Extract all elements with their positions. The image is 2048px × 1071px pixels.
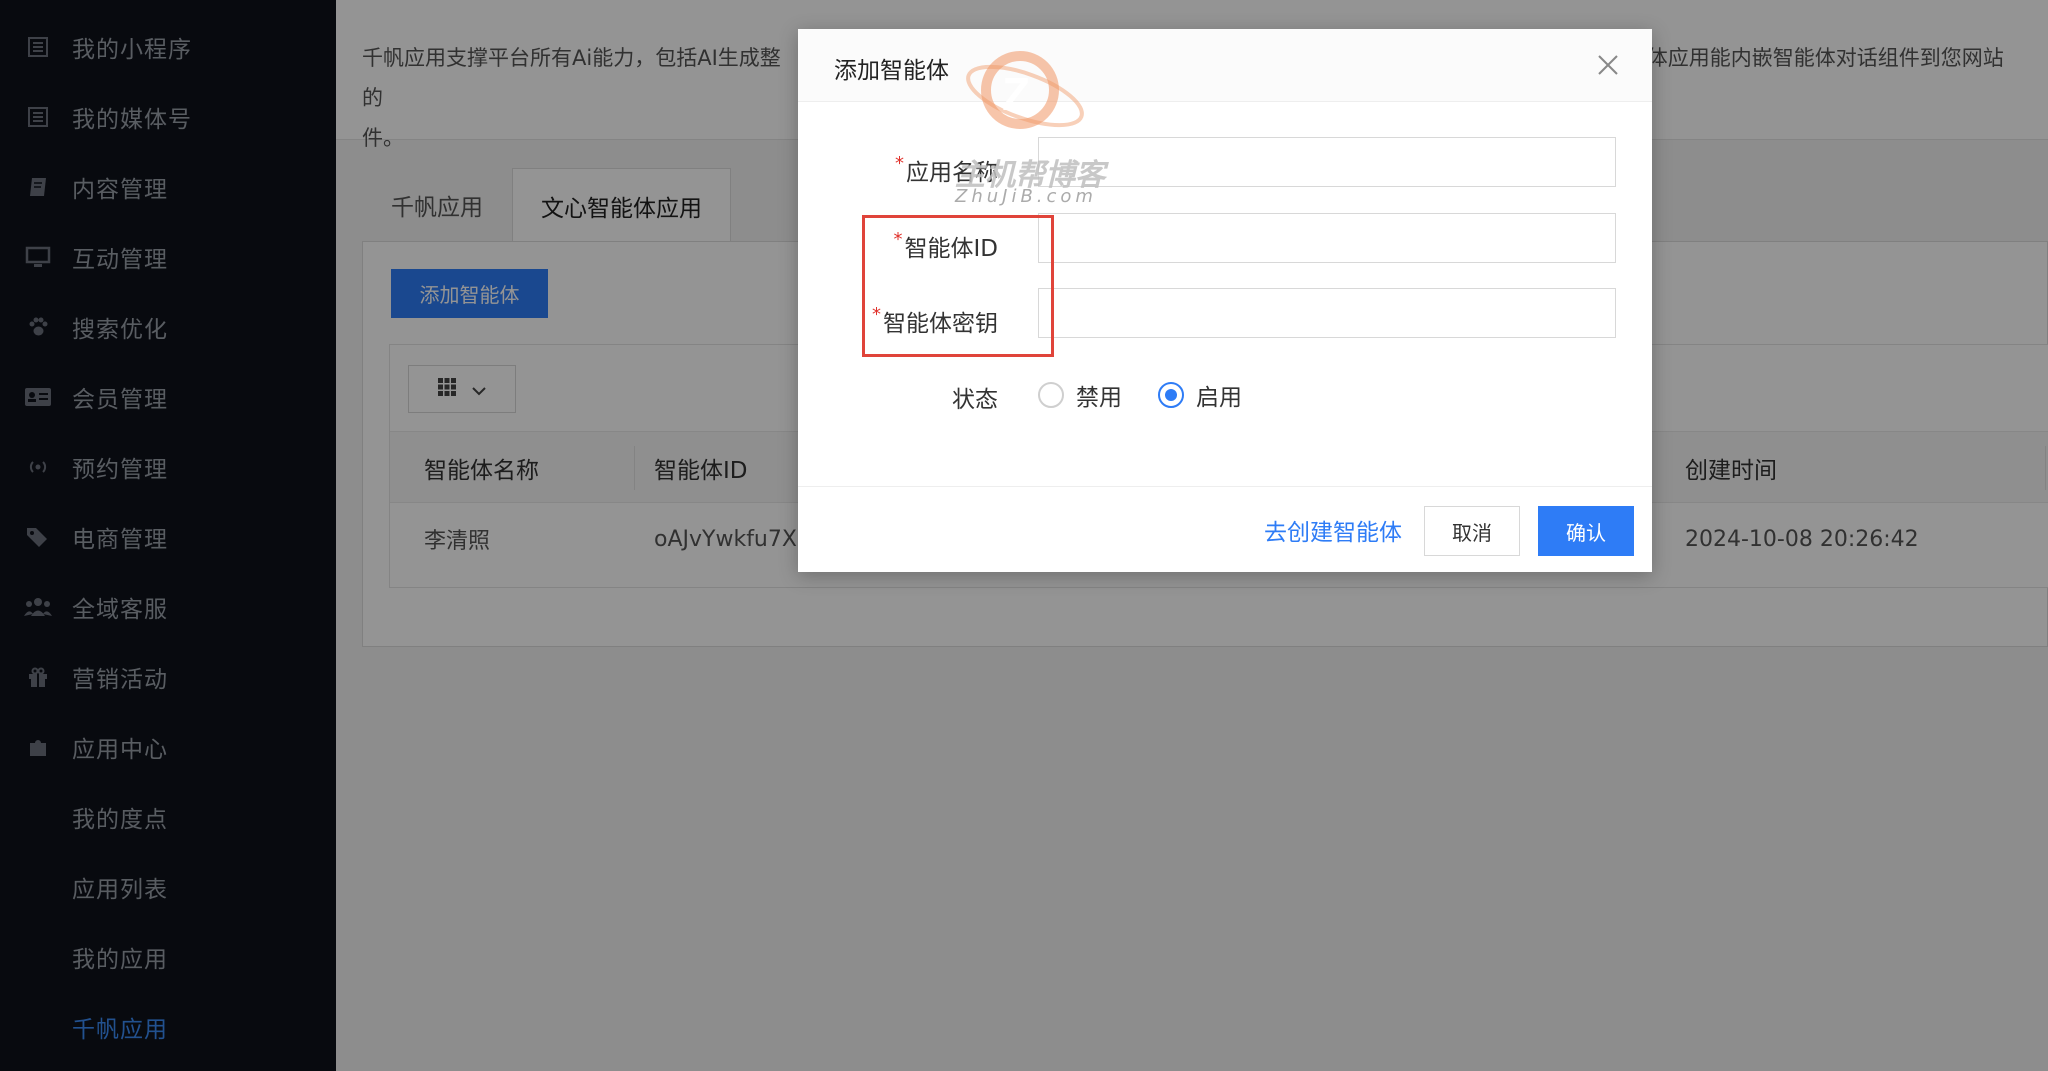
watermark-subtext: ZhuJiB.com	[955, 186, 1097, 207]
column-separator	[2045, 446, 2046, 490]
sidebar-item-label: 预约管理	[72, 457, 168, 483]
description-left: 千帆应用支撑平台所有Ai能力，包括AI生成整	[362, 46, 781, 70]
column-header-id[interactable]: 智能体ID	[654, 432, 748, 504]
sidebar: 我的小程序 我的媒体号 内容管理 互动管理 搜索优化 会员管理 预约管理 电商管…	[0, 0, 336, 1071]
sidebar-item-my-points[interactable]: 我的度点	[0, 782, 336, 852]
tab-qianfan-app[interactable]: 千帆应用	[362, 168, 512, 242]
sidebar-item-seo[interactable]: 搜索优化	[0, 292, 336, 362]
column-header-created[interactable]: 创建时间	[1685, 432, 1777, 504]
description-tail: 件。	[362, 126, 404, 150]
status-radio-disabled[interactable]: 禁用	[1038, 378, 1122, 412]
dialog-title: 添加智能体	[834, 58, 949, 84]
sidebar-item-mini-program[interactable]: 我的小程序	[0, 12, 336, 82]
sidebar-item-media-account[interactable]: 我的媒体号	[0, 82, 336, 152]
monitor-icon	[24, 243, 52, 271]
sidebar-item-my-apps[interactable]: 我的应用	[0, 922, 336, 992]
cancel-button[interactable]: 取消	[1424, 506, 1520, 556]
column-header-name[interactable]: 智能体名称	[424, 432, 539, 504]
sidebar-item-marketing[interactable]: 营销活动	[0, 642, 336, 712]
radio-label: 禁用	[1076, 385, 1122, 411]
tab-wenxin-agent-app[interactable]: 文心智能体应用	[512, 168, 731, 242]
sidebar-item-label: 搜索优化	[72, 317, 168, 343]
puzzle-icon	[24, 733, 52, 761]
status-radio-enabled[interactable]: 启用	[1158, 378, 1242, 412]
sidebar-item-label: 应用中心	[72, 737, 168, 763]
sidebar-item-content[interactable]: 内容管理	[0, 152, 336, 222]
sidebar-item-members[interactable]: 会员管理	[0, 362, 336, 432]
agent-secret-input[interactable]	[1038, 288, 1616, 338]
sidebar-item-app-list[interactable]: 应用列表	[0, 852, 336, 922]
close-icon[interactable]	[1590, 47, 1626, 83]
cell-id: oAJvYwkfu7X	[654, 526, 797, 552]
book-icon	[24, 173, 52, 201]
dialog-header: 添加智能体	[798, 29, 1652, 102]
signal-icon	[24, 453, 52, 481]
radio-circle	[1038, 382, 1064, 408]
sidebar-item-interaction[interactable]: 互动管理	[0, 222, 336, 292]
sidebar-item-label: 营销活动	[72, 667, 168, 693]
radio-label: 启用	[1196, 385, 1242, 411]
sidebar-item-label: 会员管理	[72, 387, 168, 413]
sidebar-item-booking[interactable]: 预约管理	[0, 432, 336, 502]
tab-bar: 千帆应用 文心智能体应用	[362, 168, 731, 242]
chevron-down-icon	[471, 377, 487, 401]
sidebar-item-label: 全域客服	[72, 597, 168, 623]
sidebar-item-label: 应用列表	[72, 877, 168, 903]
paw-icon	[24, 313, 52, 341]
field-label-status: 状态	[952, 387, 998, 413]
confirm-button[interactable]: 确认	[1538, 506, 1634, 556]
list-icon	[24, 103, 52, 131]
sidebar-item-label: 我的度点	[72, 807, 168, 833]
users-icon	[24, 593, 52, 621]
sidebar-item-label: 我的应用	[72, 947, 168, 973]
column-separator	[634, 446, 635, 490]
sidebar-item-label: 我的媒体号	[72, 107, 192, 133]
tags-icon	[24, 523, 52, 551]
sidebar-item-qianfan[interactable]: 千帆应用	[0, 992, 336, 1062]
sidebar-item-ecommerce[interactable]: 电商管理	[0, 502, 336, 572]
cell-created: 2024-10-08 20:26:42	[1685, 526, 1919, 552]
sidebar-item-label: 千帆应用	[72, 1017, 168, 1043]
sidebar-item-label: 我的小程序	[72, 37, 192, 63]
sidebar-item-label: 电商管理	[72, 527, 168, 553]
agent-id-input[interactable]	[1038, 213, 1616, 263]
create-agent-link[interactable]: 去创建智能体	[1264, 513, 1402, 547]
app-name-input[interactable]	[1038, 137, 1616, 187]
annotation-highlight-box	[862, 215, 1054, 357]
dialog-footer	[798, 486, 1652, 572]
id-card-icon	[24, 383, 52, 411]
add-agent-button[interactable]: 添加智能体	[391, 269, 548, 318]
required-marker: *	[895, 153, 904, 174]
sidebar-item-label: 互动管理	[72, 247, 168, 273]
grid-icon	[437, 377, 457, 402]
radio-circle-selected	[1158, 382, 1184, 408]
gift-icon	[24, 663, 52, 691]
sidebar-item-app-center[interactable]: 应用中心	[0, 712, 336, 782]
sidebar-item-customer-service[interactable]: 全域客服	[0, 572, 336, 642]
cell-name: 李清照	[424, 529, 491, 554]
column-toggle-button[interactable]	[408, 365, 516, 413]
list-icon	[24, 33, 52, 61]
sidebar-item-label: 内容管理	[72, 177, 168, 203]
